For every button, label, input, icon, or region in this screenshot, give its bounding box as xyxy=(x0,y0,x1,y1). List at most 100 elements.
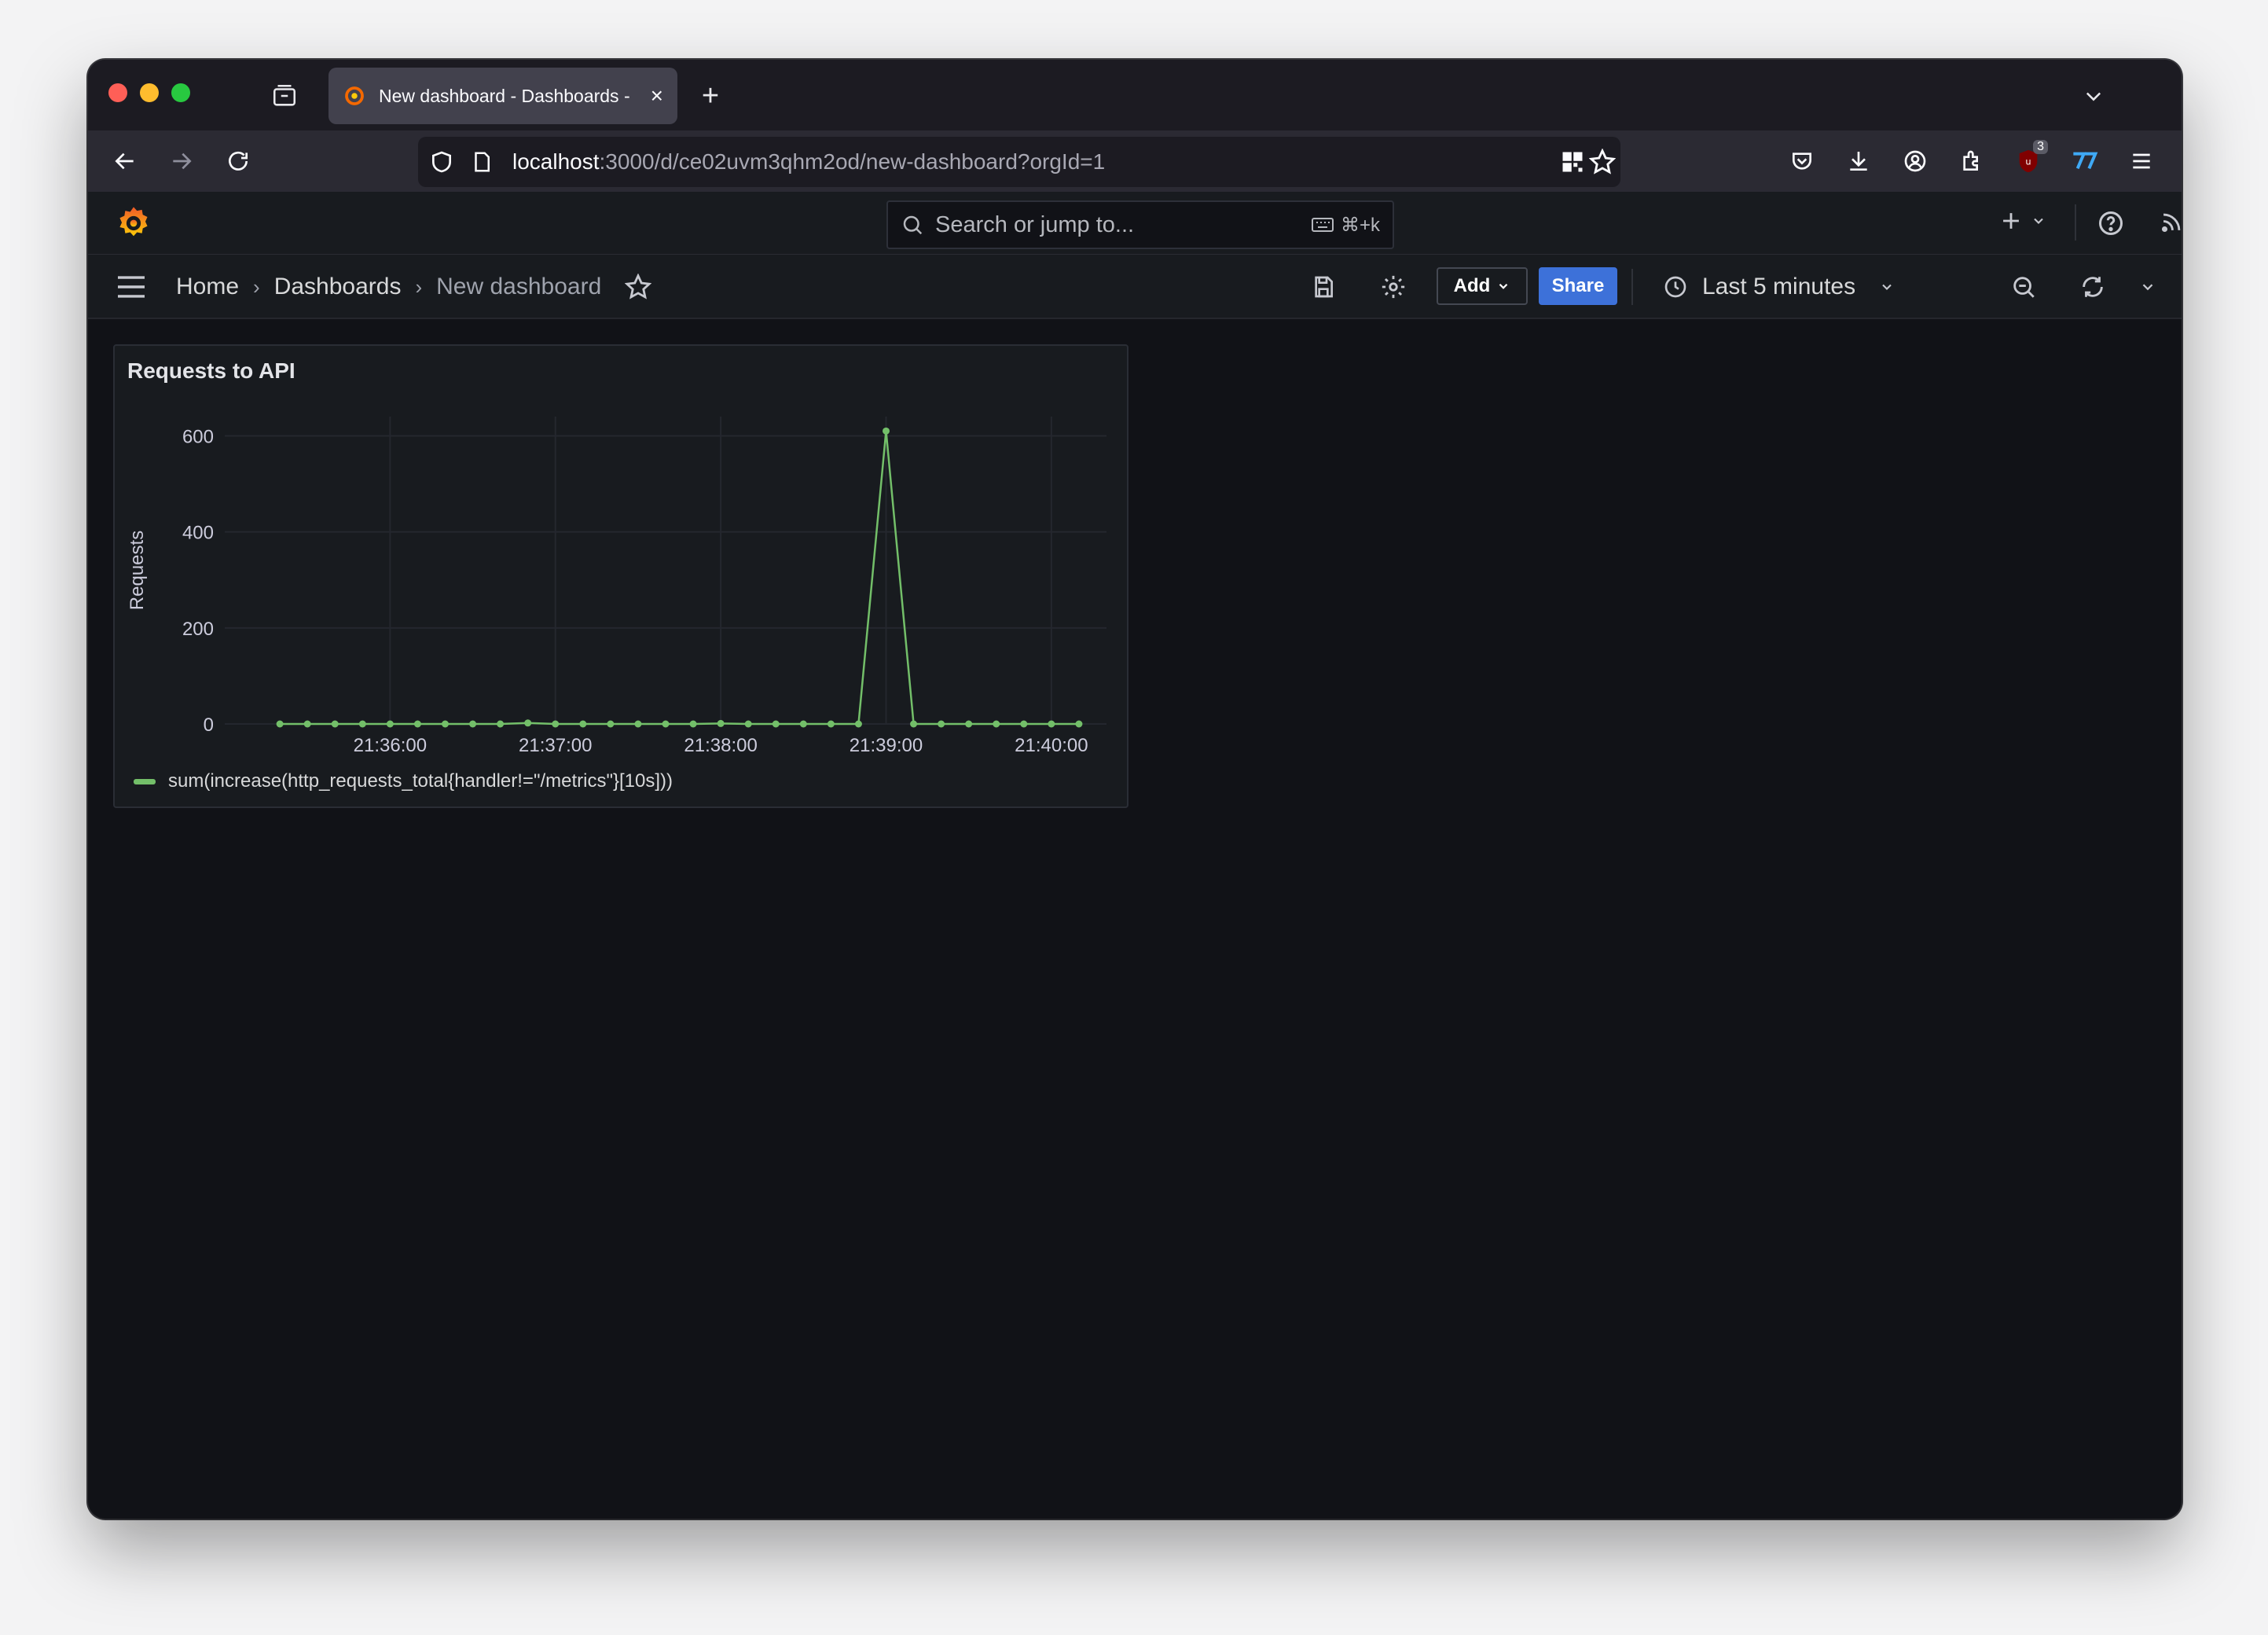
keyboard-icon xyxy=(1311,216,1334,233)
y-axis-label: Requests xyxy=(127,531,148,610)
reload-icon[interactable] xyxy=(220,143,256,179)
extension-badge: 3 xyxy=(2033,140,2048,154)
data-point xyxy=(827,720,835,728)
favorite-star-icon[interactable] xyxy=(625,274,652,300)
time-series-chart: 0 200 400 600 21:36:00 21:37:00 21:38:00 21:39:… xyxy=(127,417,1106,756)
new-plus-icon[interactable] xyxy=(1998,208,2046,234)
zoom-window-button[interactable] xyxy=(171,83,190,102)
navigation-bar: localhost:3000/d/ce02uvm3qhm2od/new-dash… xyxy=(88,130,2182,192)
account-icon[interactable] xyxy=(1897,143,1933,179)
data-point xyxy=(469,720,477,728)
tab-strip: New dashboard - Dashboards - × + xyxy=(88,60,2182,130)
data-point xyxy=(993,720,1000,728)
search-input[interactable]: Search or jump to... ⌘+k xyxy=(886,200,1394,249)
data-point xyxy=(799,720,807,728)
data-point xyxy=(524,719,532,727)
settings-gear-icon[interactable] xyxy=(1380,255,1407,319)
translate-extension-icon[interactable] xyxy=(2067,143,2103,179)
downloads-icon[interactable] xyxy=(1840,143,1877,179)
search-icon xyxy=(901,213,924,237)
data-point xyxy=(1048,720,1055,728)
data-point xyxy=(276,720,284,728)
data-point xyxy=(938,720,945,728)
qr-code-icon[interactable] xyxy=(1561,150,1584,174)
svg-text:u: u xyxy=(2025,156,2031,167)
topbar-divider xyxy=(2075,204,2076,241)
x-tick-label: 21:38:00 xyxy=(684,735,757,756)
page-info-icon[interactable] xyxy=(470,150,494,174)
breadcrumb: Home › Dashboards › New dashboard xyxy=(176,255,652,319)
time-range-label: Last 5 minutes xyxy=(1702,274,1856,299)
refresh-interval-chevron-icon[interactable] xyxy=(2139,255,2156,319)
x-tick-label: 21:39:00 xyxy=(850,735,923,756)
search-placeholder: Search or jump to... xyxy=(935,211,1135,237)
data-point xyxy=(358,720,366,728)
close-window-button[interactable] xyxy=(108,83,127,102)
data-point xyxy=(910,720,918,728)
data-point xyxy=(689,720,697,728)
tab-title: New dashboard - Dashboards - xyxy=(379,85,630,106)
breadcrumb-separator: › xyxy=(415,274,423,299)
data-point xyxy=(854,720,862,728)
app-menu-icon[interactable] xyxy=(2123,143,2160,179)
bookmark-star-icon[interactable] xyxy=(1589,149,1616,175)
extensions-icon[interactable] xyxy=(1954,143,1990,179)
x-tick-label: 21:40:00 xyxy=(1015,735,1088,756)
url-bar[interactable]: localhost:3000/d/ce02uvm3qhm2od/new-dash… xyxy=(418,137,1620,187)
tab-active[interactable]: New dashboard - Dashboards - × xyxy=(328,68,677,124)
data-point xyxy=(1075,720,1083,728)
data-point xyxy=(413,720,421,728)
news-rss-icon[interactable] xyxy=(2158,209,2182,236)
tab-list-chevron-icon[interactable] xyxy=(2076,79,2111,113)
share-button-label: Share xyxy=(1551,275,1605,296)
breadcrumb-separator: › xyxy=(253,274,260,299)
shield-icon[interactable] xyxy=(429,149,454,175)
breadcrumb-dashboards[interactable]: Dashboards xyxy=(274,274,402,300)
data-point xyxy=(634,720,642,728)
pocket-icon[interactable] xyxy=(1784,143,1820,179)
data-point xyxy=(497,720,505,728)
clock-icon xyxy=(1663,274,1688,299)
chevron-down-icon xyxy=(1879,279,1895,295)
add-button-label: Add xyxy=(1453,275,1491,296)
data-point xyxy=(1020,720,1028,728)
back-icon[interactable] xyxy=(107,143,143,179)
grafana-favicon-icon xyxy=(343,84,366,108)
grafana-topbar: Search or jump to... ⌘+k xyxy=(88,192,2182,255)
legend-label: sum(increase(http_requests_total{handler… xyxy=(168,770,673,792)
y-tick-label: 600 xyxy=(182,426,214,447)
panel-requests-to-api[interactable]: Requests to API 0 200 400 600 21:36:00 21:37:… xyxy=(113,344,1128,808)
menu-toggle-icon[interactable] xyxy=(115,274,148,300)
data-point xyxy=(883,427,890,435)
series-line xyxy=(280,431,1079,726)
x-tick-label: 21:36:00 xyxy=(354,735,427,756)
legend-item[interactable]: sum(increase(http_requests_total{handler… xyxy=(134,770,673,792)
help-icon[interactable] xyxy=(2097,209,2125,237)
x-tick-label: 21:37:00 xyxy=(519,735,592,756)
grafana-logo-icon[interactable] xyxy=(113,203,154,244)
breadcrumb-home[interactable]: Home xyxy=(176,274,239,300)
add-button[interactable]: Add xyxy=(1437,267,1528,305)
minimize-window-button[interactable] xyxy=(140,83,159,102)
dashboard-toolbar: Home › Dashboards › New dashboard Add Sh… xyxy=(88,255,2182,319)
new-tab-icon[interactable]: + xyxy=(693,79,728,113)
ublock-extension-icon[interactable]: u 3 xyxy=(2010,140,2048,179)
forward-icon[interactable] xyxy=(163,143,200,179)
data-point xyxy=(303,720,311,728)
browser-window: New dashboard - Dashboards - × + localho… xyxy=(88,60,2182,1519)
data-point xyxy=(386,720,394,728)
data-point xyxy=(717,719,725,727)
toolbar-divider xyxy=(1631,269,1633,305)
tab-close-icon[interactable]: × xyxy=(651,85,663,107)
y-tick-label: 200 xyxy=(182,619,214,640)
data-point xyxy=(744,720,752,728)
tab-manager-icon[interactable] xyxy=(267,79,302,113)
zoom-out-icon[interactable] xyxy=(2010,255,2037,319)
share-button[interactable]: Share xyxy=(1539,267,1617,305)
url-text: localhost:3000/d/ce02uvm3qhm2od/new-dash… xyxy=(512,149,1106,174)
time-range-picker[interactable]: Last 5 minutes xyxy=(1663,255,1895,319)
data-point xyxy=(772,720,780,728)
refresh-icon[interactable] xyxy=(2079,255,2106,319)
search-shortcut: ⌘+k xyxy=(1340,214,1380,236)
save-dashboard-icon[interactable] xyxy=(1311,255,1336,319)
